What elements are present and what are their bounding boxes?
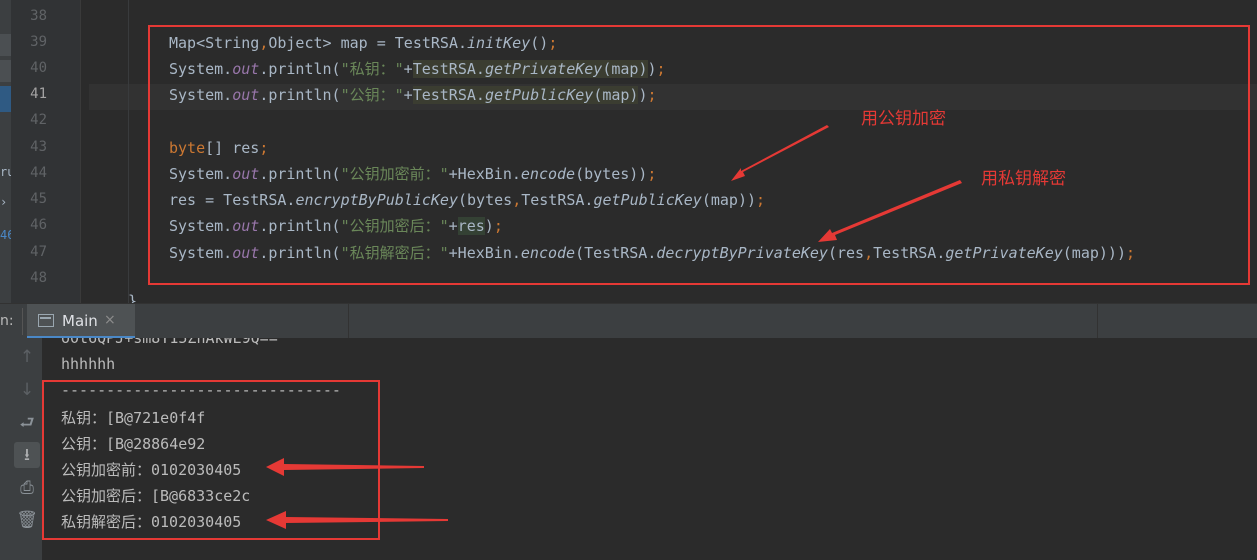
arrow-decrypt <box>818 180 962 242</box>
annotation-arrows <box>266 125 962 529</box>
arrow-after <box>266 511 448 529</box>
arrow-before <box>266 458 424 476</box>
arrow-encrypt <box>731 125 829 181</box>
